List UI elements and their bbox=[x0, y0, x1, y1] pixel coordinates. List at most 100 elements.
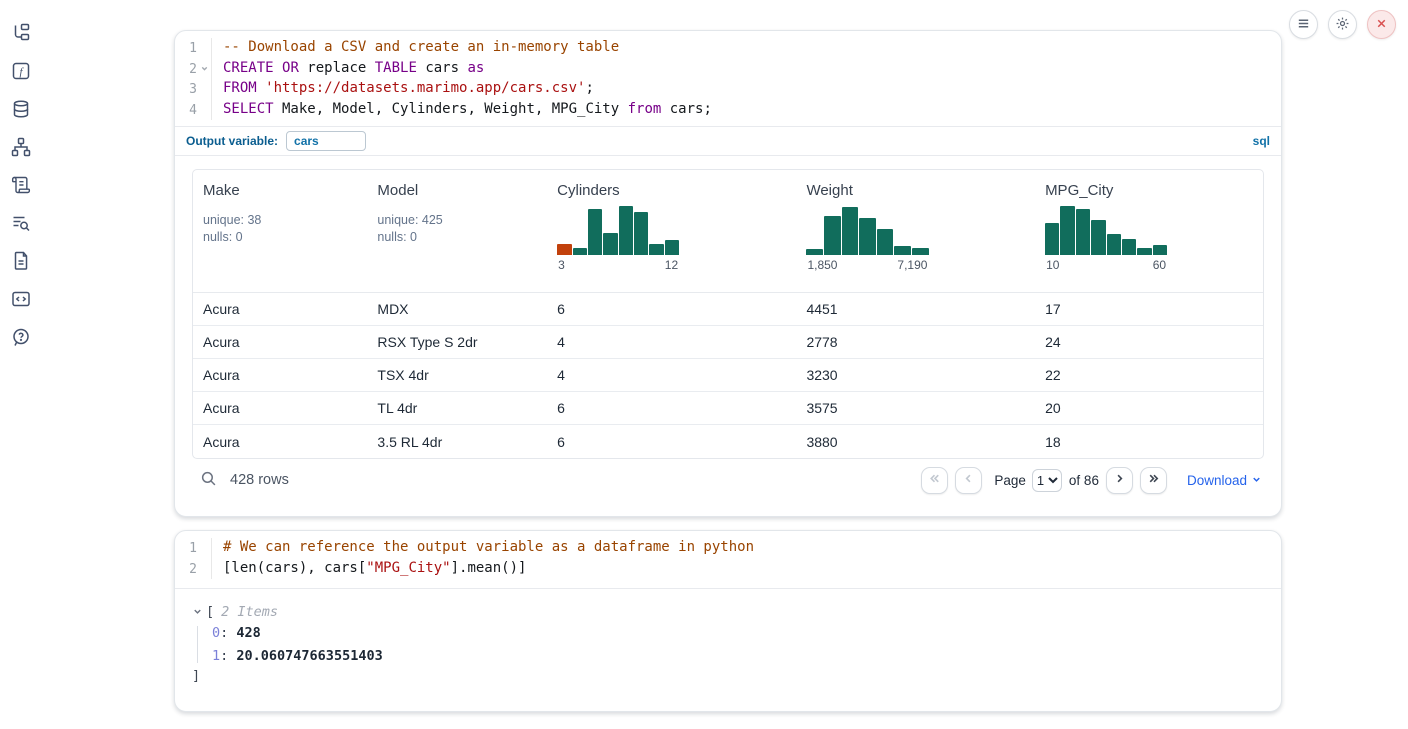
column-header-weight[interactable]: Weight 1,850 7,190 bbox=[796, 170, 1035, 292]
line-number: 1 bbox=[175, 538, 197, 559]
notebook-menu-button[interactable] bbox=[1289, 10, 1318, 39]
shutdown-button[interactable] bbox=[1367, 10, 1396, 39]
code-text: # We can reference the output variable a… bbox=[211, 538, 1281, 559]
chevrons-left-icon bbox=[927, 471, 942, 489]
list-search-icon bbox=[11, 213, 31, 233]
output-variable-input[interactable] bbox=[286, 131, 366, 151]
histogram-bar bbox=[1107, 234, 1121, 255]
open-bracket: [ bbox=[206, 604, 214, 620]
code-text: CREATE OR replace TABLE cars as bbox=[211, 59, 1281, 80]
code-text: [len(cars), cars["MPG_City"].mean()] bbox=[211, 559, 1281, 580]
column-header-cylinders[interactable]: Cylinders 3 12 bbox=[547, 170, 796, 292]
line-number: 1 bbox=[175, 38, 197, 59]
fold-gutter-spacer bbox=[197, 100, 211, 121]
weight-histogram: 1,850 7,190 bbox=[806, 203, 928, 272]
table-cell: 2778 bbox=[796, 334, 1035, 350]
collapse-toggle-button[interactable] bbox=[192, 605, 203, 620]
first-page-button[interactable] bbox=[921, 467, 948, 494]
column-summary: unique: 425nulls: 0 bbox=[377, 212, 537, 246]
sidebar-item-snippets[interactable] bbox=[10, 288, 32, 310]
histogram-bar bbox=[603, 233, 617, 255]
table-cell: TSX 4dr bbox=[367, 367, 547, 383]
sidebar-item-data-sources[interactable] bbox=[10, 98, 32, 120]
table-cell: 3575 bbox=[796, 400, 1035, 416]
histogram-bar bbox=[573, 248, 587, 255]
column-stat: nulls: 0 bbox=[377, 229, 537, 246]
python-cell-output: [ 2 Items 0: 4281: 20.060747663551403 ] bbox=[175, 589, 1281, 684]
table-cell: 18 bbox=[1035, 434, 1263, 450]
chevron-right-icon bbox=[1112, 471, 1127, 489]
sidebar-item-variables[interactable]: f bbox=[10, 60, 32, 82]
table-search-button[interactable] bbox=[200, 470, 217, 490]
histogram-min-label: 1,850 bbox=[807, 258, 837, 272]
histogram-max-label: 12 bbox=[665, 258, 678, 272]
table-cell: 4 bbox=[547, 334, 796, 350]
pagination: Page 1 of 86 Download bbox=[914, 467, 1262, 494]
histogram-bar bbox=[588, 209, 602, 255]
settings-button[interactable] bbox=[1328, 10, 1357, 39]
code-text: -- Download a CSV and create an in-memor… bbox=[211, 38, 1281, 59]
sidebar-item-dependency-graph[interactable] bbox=[10, 136, 32, 158]
code-line: 1 # We can reference the output variable … bbox=[175, 538, 1281, 559]
line-number: 3 bbox=[175, 79, 197, 100]
histogram-bar bbox=[1137, 248, 1151, 255]
line-number: 2 bbox=[175, 59, 197, 80]
hamburger-menu-icon bbox=[1296, 16, 1311, 34]
fold-gutter-spacer bbox=[197, 38, 211, 59]
previous-page-button[interactable] bbox=[955, 467, 982, 494]
column-header-mpg-city[interactable]: MPG_City 10 60 bbox=[1035, 170, 1263, 292]
sidebar-item-scratchpad[interactable] bbox=[10, 174, 32, 196]
histogram-bar bbox=[894, 246, 911, 255]
fold-gutter-icon[interactable] bbox=[197, 59, 211, 80]
table-cell: 6 bbox=[547, 434, 796, 450]
histogram-bar bbox=[806, 249, 823, 255]
next-page-button[interactable] bbox=[1106, 467, 1133, 494]
sidebar-item-help[interactable] bbox=[10, 326, 32, 348]
code-line: 1 -- Download a CSV and create an in-memo… bbox=[175, 38, 1281, 59]
table-cell: 3.5 RL 4dr bbox=[367, 434, 547, 450]
last-page-button[interactable] bbox=[1140, 467, 1167, 494]
download-button[interactable]: Download bbox=[1187, 473, 1262, 488]
code-text: FROM 'https://datasets.marimo.app/cars.c… bbox=[211, 79, 1281, 100]
histogram-bar bbox=[824, 216, 841, 255]
code-line: 2 [len(cars), cars["MPG_City"].mean()] bbox=[175, 559, 1281, 580]
file-text-icon bbox=[11, 251, 31, 271]
histogram-bar bbox=[665, 240, 679, 255]
column-stat: unique: 425 bbox=[377, 212, 537, 229]
sql-cell-toolbar: Output variable: sql bbox=[175, 126, 1281, 156]
python-code-editor[interactable]: 1 # We can reference the output variable … bbox=[175, 531, 1281, 589]
table-body: AcuraMDX6445117AcuraRSX Type S 2dr427782… bbox=[193, 293, 1263, 458]
output-variable-label: Output variable: bbox=[186, 134, 278, 148]
sql-cell: 1 -- Download a CSV and create an in-memo… bbox=[174, 30, 1282, 517]
file-tree-icon bbox=[11, 23, 31, 43]
code-line: 2 CREATE OR replace TABLE cars as bbox=[175, 59, 1281, 80]
histogram-bar bbox=[1153, 245, 1167, 255]
sidebar-item-file-explorer[interactable] bbox=[10, 22, 32, 44]
code-line: 4SELECT Make, Model, Cylinders, Weight, … bbox=[175, 100, 1281, 121]
scroll-icon bbox=[11, 175, 31, 195]
table-cell: 24 bbox=[1035, 334, 1263, 350]
fold-gutter-spacer bbox=[197, 79, 211, 100]
column-name: MPG_City bbox=[1045, 182, 1253, 199]
items-count-label: 2 Items bbox=[221, 604, 278, 620]
chevrons-right-icon bbox=[1146, 471, 1161, 489]
svg-text:f: f bbox=[19, 66, 24, 78]
column-header-model[interactable]: Model unique: 425nulls: 0 bbox=[367, 170, 547, 292]
histogram-bar bbox=[1091, 220, 1105, 255]
line-number: 2 bbox=[175, 559, 197, 580]
data-table: Make unique: 38nulls: 0 Model unique: 42… bbox=[192, 169, 1264, 459]
chevron-down-icon bbox=[1251, 473, 1262, 488]
database-icon bbox=[11, 99, 31, 119]
table-cell: 3230 bbox=[796, 367, 1035, 383]
sql-code-editor[interactable]: 1 -- Download a CSV and create an in-memo… bbox=[175, 31, 1281, 126]
python-cell: 1 # We can reference the output variable … bbox=[174, 530, 1282, 712]
histogram-bar bbox=[649, 244, 663, 255]
page-select[interactable]: 1 bbox=[1032, 469, 1062, 492]
sidebar-item-documentation[interactable] bbox=[10, 250, 32, 272]
column-stat: nulls: 0 bbox=[203, 229, 357, 246]
table-cell: Acura bbox=[193, 367, 367, 383]
window-controls bbox=[1289, 10, 1396, 39]
table-cell: Acura bbox=[193, 301, 367, 317]
sidebar-item-logs[interactable] bbox=[10, 212, 32, 234]
column-header-make[interactable]: Make unique: 38nulls: 0 bbox=[193, 170, 367, 292]
